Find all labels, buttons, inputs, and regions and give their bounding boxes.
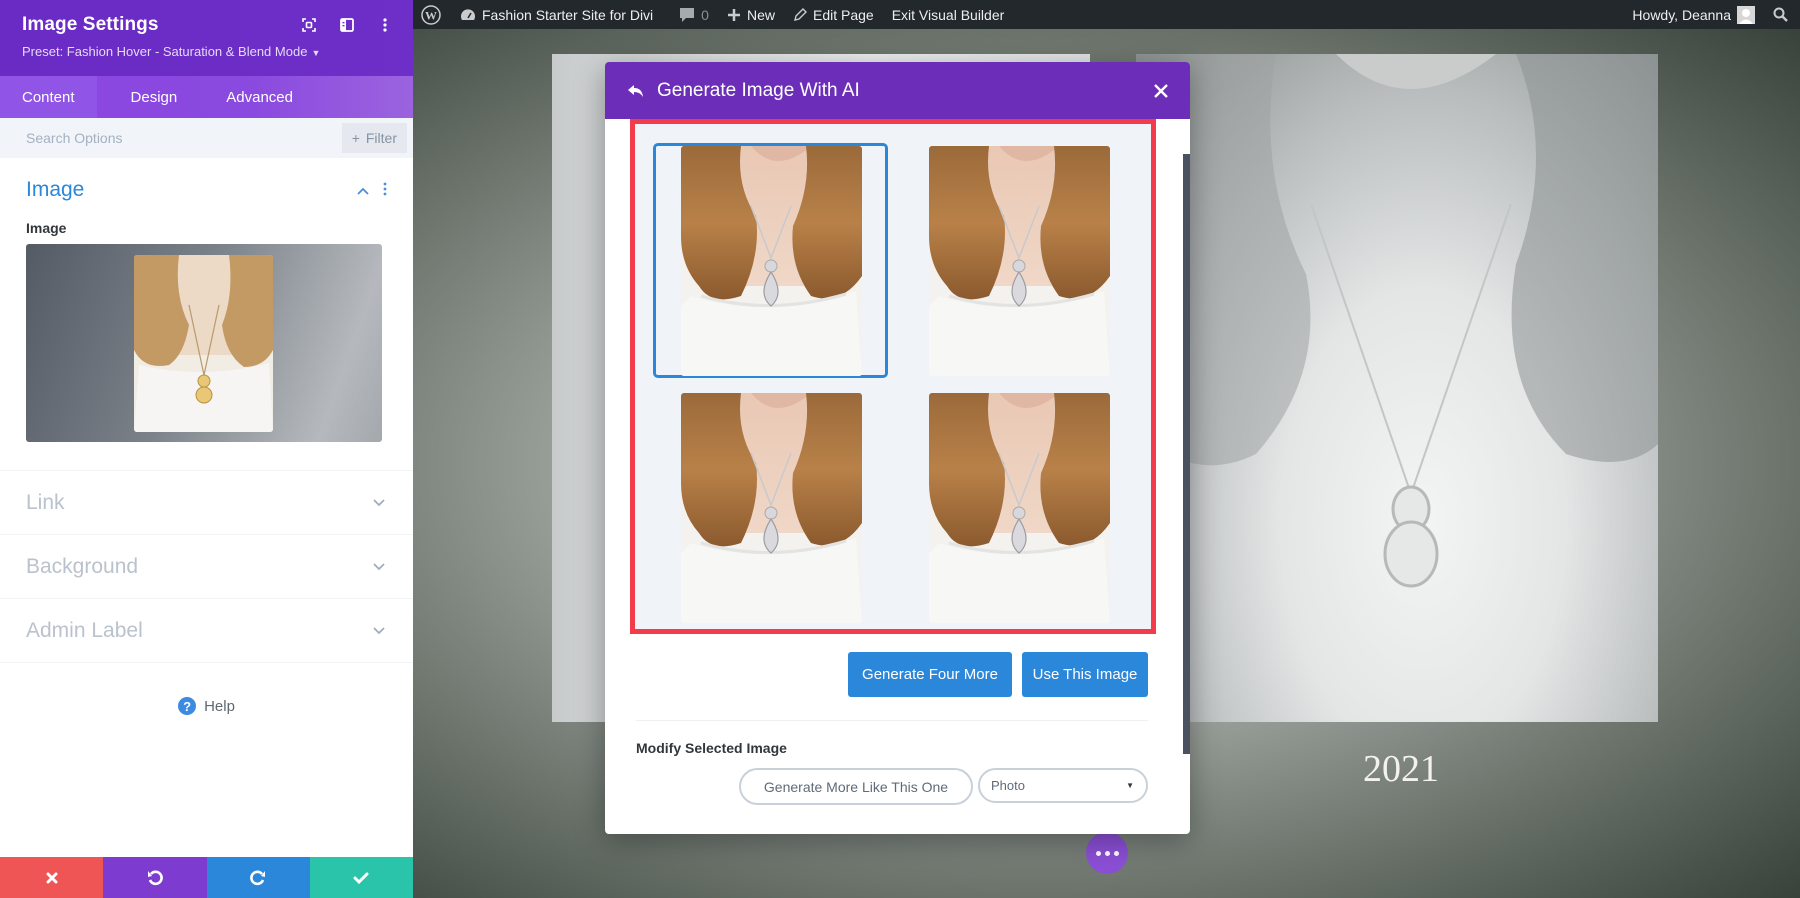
user-account-menu[interactable]: Howdy, Deanna (1623, 0, 1764, 29)
wordpress-logo-icon: W (421, 4, 441, 25)
generated-image-4[interactable] (929, 393, 1110, 623)
divider (636, 720, 1148, 721)
caret-down-icon: ▼ (311, 48, 321, 58)
close-icon (46, 872, 58, 883)
svg-text:W: W (425, 8, 437, 22)
avatar (1737, 5, 1755, 24)
new-label: New (746, 6, 775, 23)
link-section-title: Link (26, 490, 65, 514)
modify-controls: Generate More Like This One Photo ▼ (739, 768, 1148, 805)
edit-page-label: Edit Page (812, 6, 874, 23)
pencil-icon (794, 7, 807, 21)
edit-page-link[interactable]: Edit Page (784, 0, 883, 29)
wordpress-logo-button[interactable]: W (413, 0, 451, 29)
generated-image-2[interactable] (929, 146, 1110, 376)
redo-icon (250, 870, 266, 885)
preset-label: Preset: Fashion Hover - Saturation & Ble… (22, 44, 308, 59)
redo-button[interactable] (206, 857, 310, 898)
selected-image-thumbnail (134, 255, 273, 432)
help-link[interactable]: ? Help (0, 663, 413, 749)
chevron-down-icon (373, 558, 385, 576)
image-upload-preview[interactable] (26, 244, 382, 442)
use-this-image-button[interactable]: Use This Image (1022, 652, 1148, 697)
generate-image-modal: Generate Image With AI Generate Four Mor… (605, 62, 1190, 834)
chevron-down-icon (373, 622, 385, 640)
search-button[interactable] (1764, 0, 1800, 29)
help-label: Help (204, 697, 235, 715)
panel-footer (0, 857, 413, 898)
link-section[interactable]: Link (0, 471, 413, 535)
greeting: Howdy, Deanna (1632, 6, 1731, 23)
results-grid (635, 124, 1151, 629)
undo-icon (147, 870, 163, 885)
modal-header: Generate Image With AI (605, 62, 1190, 119)
site-name-link[interactable]: Fashion Starter Site for Divi (451, 0, 662, 29)
save-button[interactable] (309, 857, 413, 898)
search-row: + Filter (0, 118, 413, 158)
background-section[interactable]: Background (0, 535, 413, 599)
comments-link[interactable]: 0 (670, 0, 718, 29)
undo-button[interactable] (103, 857, 207, 898)
tab-advanced[interactable]: Advanced (204, 76, 315, 118)
caret-down-icon: ▼ (1126, 781, 1134, 790)
admin-label-section[interactable]: Admin Label (0, 599, 413, 663)
image-section: Image Image (0, 158, 413, 471)
more-vertical-icon[interactable] (383, 182, 387, 199)
modify-selected-image-label: Modify Selected Image (636, 740, 787, 756)
dot-icon (1104, 850, 1110, 856)
tab-design[interactable]: Design (97, 76, 205, 118)
admin-label-section-title: Admin Label (26, 618, 143, 642)
dot-icon (1095, 850, 1101, 856)
more-vertical-icon[interactable] (377, 17, 393, 33)
comments-count: 0 (701, 6, 709, 23)
settings-panel: Image Settings Preset: Fashion Hover - S… (0, 0, 413, 898)
generated-image-3[interactable] (681, 393, 862, 623)
discard-button[interactable] (0, 857, 104, 898)
panel-header: Image Settings Preset: Fashion Hover - S… (0, 0, 413, 76)
sidebar-toggle-icon[interactable] (339, 17, 355, 33)
dashboard-icon (461, 8, 475, 20)
preset-selector[interactable]: Preset: Fashion Hover - Saturation & Ble… (22, 44, 391, 59)
checkmark-icon (353, 872, 369, 884)
focus-icon[interactable] (301, 17, 317, 33)
page-image-right[interactable] (1136, 54, 1658, 722)
generate-four-more-button[interactable]: Generate Four More (848, 652, 1012, 697)
chevron-up-icon[interactable] (357, 182, 369, 198)
exit-builder-label: Exit Visual Builder (891, 6, 1005, 23)
exit-visual-builder-link[interactable]: Exit Visual Builder (883, 0, 1014, 29)
tab-content[interactable]: Content (0, 76, 97, 118)
new-content-link[interactable]: New (718, 0, 784, 29)
image-style-select[interactable]: Photo ▼ (978, 768, 1148, 803)
plus-icon (727, 8, 740, 21)
more-options-fab[interactable] (1086, 832, 1128, 874)
help-icon: ? (178, 697, 197, 715)
wp-admin-bar: W Fashion Starter Site for Divi 0 New Ed… (413, 0, 1800, 29)
modal-scrollbar[interactable] (1183, 154, 1190, 754)
back-arrow-icon[interactable] (627, 83, 645, 99)
modal-actions: Generate Four More Use This Image (848, 652, 1148, 697)
comment-icon (680, 7, 695, 22)
modal-title: Generate Image With AI (657, 79, 860, 101)
close-icon[interactable] (1154, 80, 1168, 102)
site-name: Fashion Starter Site for Divi (482, 6, 654, 23)
year-heading: 2021 (1363, 748, 1439, 790)
plus-icon: + (351, 130, 360, 146)
filter-label: Filter (365, 130, 397, 146)
panel-tabs: Content Design Advanced (0, 76, 413, 118)
generate-more-like-this-button[interactable]: Generate More Like This One (739, 768, 973, 805)
results-highlight-frame (630, 119, 1156, 634)
filter-button[interactable]: + Filter (341, 123, 407, 153)
chevron-down-icon (373, 494, 385, 512)
dot-icon (1113, 850, 1119, 856)
image-section-title[interactable]: Image (26, 178, 84, 202)
image-field-label: Image (26, 220, 67, 236)
background-section-title: Background (26, 554, 139, 578)
style-select-value: Photo (991, 778, 1025, 793)
search-icon (1773, 7, 1788, 22)
search-options-input[interactable] (26, 130, 276, 146)
generated-image-1[interactable] (681, 146, 862, 376)
